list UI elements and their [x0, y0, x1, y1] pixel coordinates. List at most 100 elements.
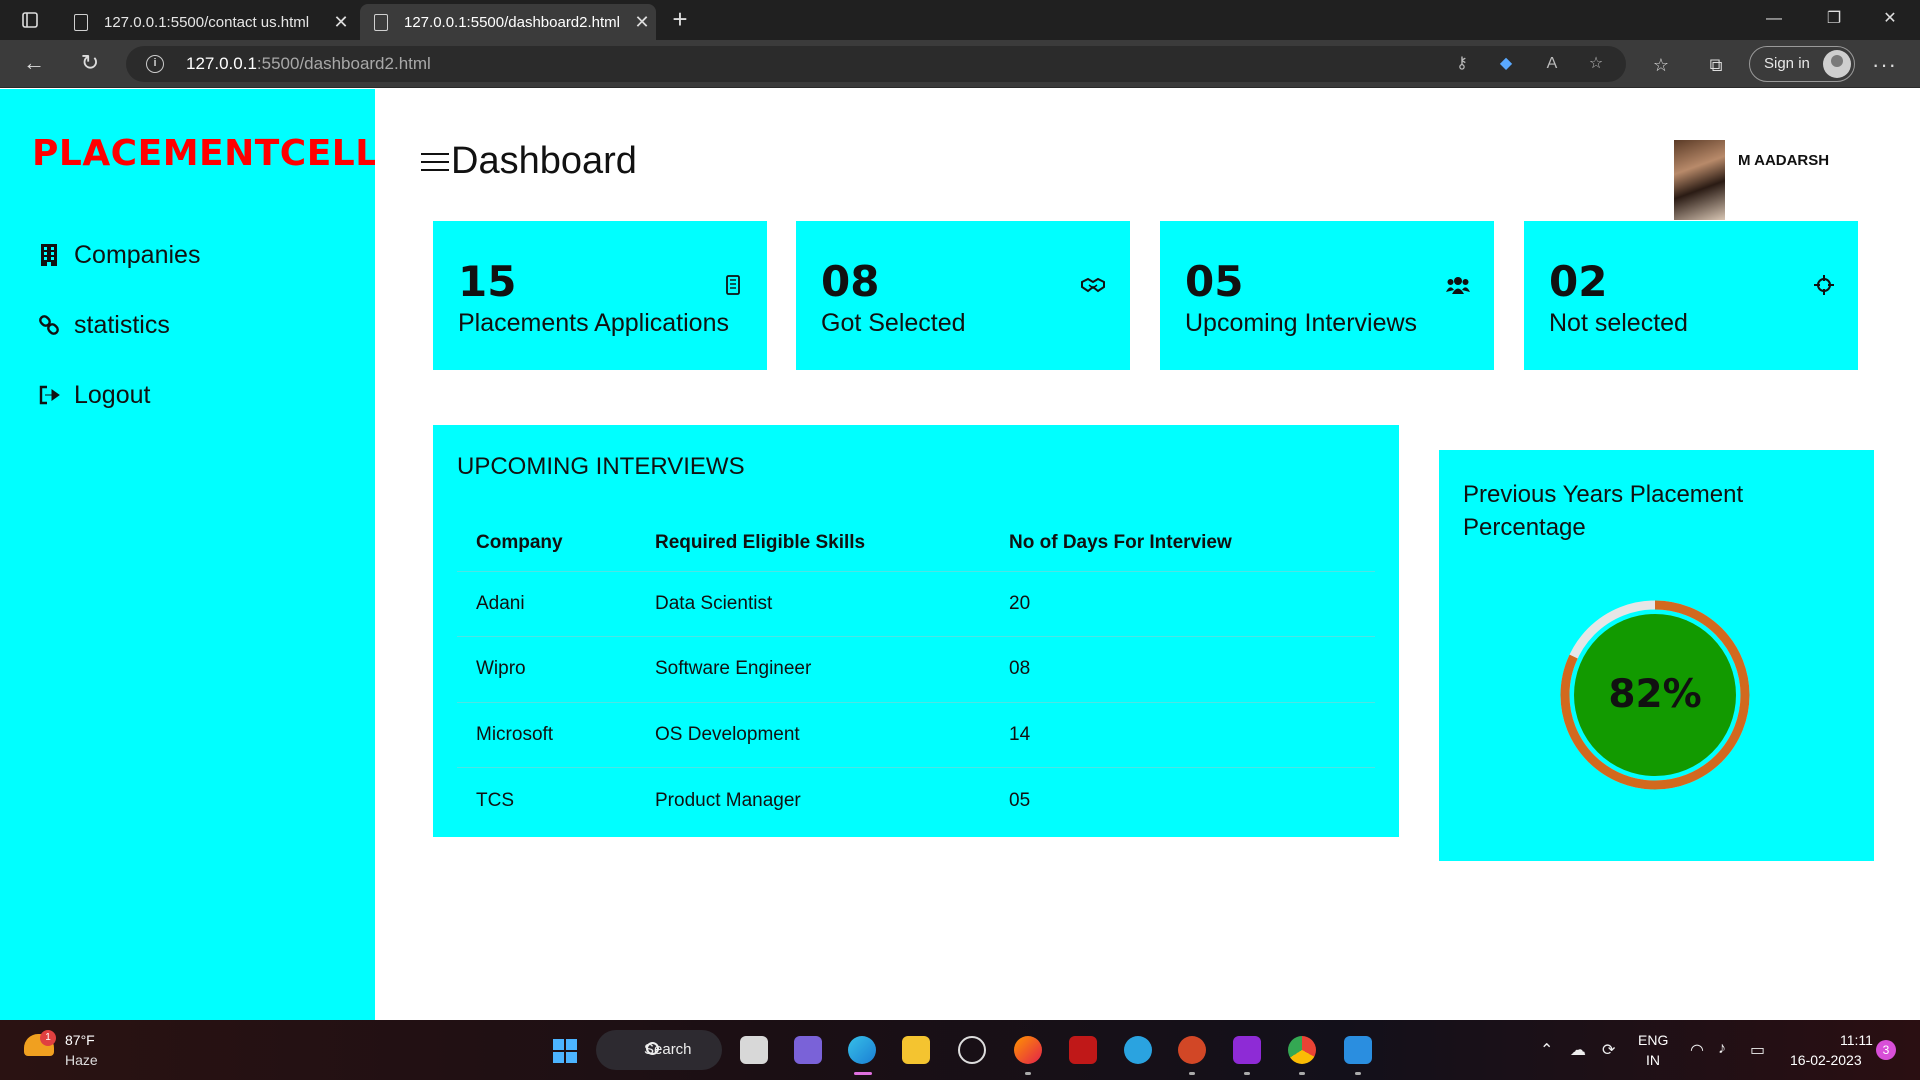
cell-skills: Software Engineer	[636, 636, 990, 703]
stat-label: Got Selected	[821, 309, 966, 337]
tab-dashboard[interactable]: 127.0.0.1:5500/dashboard2.html ✕	[360, 4, 656, 40]
address-bar[interactable]: i 127.0.0.1:5500/dashboard2.html ⚷ ◆ A ☆	[126, 46, 1626, 82]
add-favorite-icon[interactable]: ☆	[1586, 54, 1606, 74]
refresh-icon: ↻	[80, 50, 100, 75]
weather-temperature[interactable]: 87°F	[65, 1032, 95, 1048]
info-icon[interactable]: i	[146, 55, 164, 73]
column-header-company: Company	[457, 515, 636, 572]
minimize-button[interactable]: —	[1746, 0, 1802, 40]
teams-icon[interactable]	[794, 1036, 822, 1064]
app-indicator	[1025, 1072, 1031, 1075]
sidebar-item-companies[interactable]: Companies	[38, 237, 200, 273]
table-row: Wipro Software Engineer 08	[457, 636, 1375, 703]
stat-card-upcoming: 05 Upcoming Interviews	[1160, 221, 1494, 370]
sidebar: PLACEMENTCELL Companies statistics Logou…	[0, 89, 378, 1020]
new-tab-button[interactable]: +	[664, 4, 696, 36]
powerpoint-icon[interactable]	[1178, 1036, 1206, 1064]
sidebar-item-label: Companies	[74, 240, 201, 269]
battery-icon[interactable]: ▭	[1750, 1040, 1765, 1060]
browser-tab-bar: 127.0.0.1:5500/contact us.html ✕ 127.0.0…	[0, 0, 1920, 40]
vscode-icon[interactable]	[1344, 1036, 1372, 1064]
table-row: Microsoft OS Development 14	[457, 702, 1375, 768]
onedrive-icon[interactable]: ☁	[1570, 1040, 1586, 1060]
language-bottom[interactable]: IN	[1646, 1052, 1660, 1068]
interviews-table: Company Required Eligible Skills No of D…	[457, 515, 1375, 833]
brand-logo[interactable]: PLACEMENTCELL	[32, 133, 379, 174]
page-title: Dashboard	[421, 140, 637, 183]
volume-icon[interactable]: ♪	[1718, 1040, 1726, 1058]
chevron-up-icon[interactable]: ⌃	[1540, 1040, 1553, 1060]
url-host: 127.0.0.1	[186, 54, 257, 73]
menu-icon[interactable]	[421, 151, 449, 173]
stat-number: 08	[821, 257, 880, 306]
stat-card-selected: 08 Got Selected	[796, 221, 1130, 370]
back-button[interactable]: ←	[16, 48, 52, 80]
file-explorer-icon[interactable]	[902, 1036, 930, 1064]
notification-badge[interactable]: 3	[1876, 1040, 1896, 1060]
key-icon[interactable]: ⚷	[1452, 54, 1472, 74]
close-tab-icon[interactable]: ✕	[628, 12, 656, 33]
tab-contact-us[interactable]: 127.0.0.1:5500/contact us.html ✕	[60, 4, 355, 40]
edge-icon[interactable]	[848, 1036, 876, 1064]
tag-icon[interactable]: ◆	[1496, 54, 1516, 74]
stat-label: Placements Applications	[458, 309, 729, 337]
task-view-icon[interactable]	[740, 1036, 768, 1064]
tab-title: 127.0.0.1:5500/dashboard2.html	[404, 13, 620, 31]
sidebar-item-label: statistics	[74, 310, 170, 339]
weather-badge: 1	[40, 1030, 56, 1046]
address-bar-row: ← ↻ i 127.0.0.1:5500/dashboard2.html ⚷ ◆…	[0, 40, 1920, 88]
stat-number: 02	[1549, 257, 1608, 306]
sign-in-button[interactable]: Sign in	[1749, 46, 1855, 82]
percentage-value: 82%	[1608, 672, 1702, 717]
upcoming-interviews-panel: UPCOMING INTERVIEWS Company Required Eli…	[433, 425, 1399, 837]
profile-avatar-icon	[1823, 50, 1851, 78]
cell-skills: Data Scientist	[636, 571, 990, 637]
url-text[interactable]: 127.0.0.1:5500/dashboard2.html	[186, 54, 431, 74]
table-row: TCS Product Manager 05	[457, 768, 1375, 834]
weather-description[interactable]: Haze	[65, 1052, 98, 1068]
restore-button[interactable]: ❐	[1806, 0, 1862, 40]
crosshair-icon	[1814, 275, 1834, 295]
sync-icon[interactable]: ⟳	[1602, 1040, 1615, 1060]
clock-time[interactable]: 11:11	[1840, 1032, 1873, 1048]
sidebar-item-statistics[interactable]: statistics	[38, 307, 170, 343]
url-path: :5500/dashboard2.html	[256, 54, 431, 73]
column-header-skills: Required Eligible Skills	[636, 515, 990, 572]
dell-icon[interactable]	[958, 1036, 986, 1064]
cell-skills: OS Development	[636, 702, 990, 768]
tab-actions-icon	[22, 12, 38, 28]
mcafee-icon[interactable]	[1069, 1036, 1097, 1064]
tab-actions-button[interactable]	[14, 8, 46, 32]
close-tab-icon[interactable]: ✕	[327, 12, 355, 33]
tab-title: 127.0.0.1:5500/contact us.html	[104, 13, 310, 31]
app-indicator	[1244, 1072, 1250, 1075]
stat-card-not-selected: 02 Not selected	[1524, 221, 1858, 370]
language-top[interactable]: ENG	[1638, 1032, 1668, 1048]
refresh-button[interactable]: ↻	[72, 48, 108, 80]
close-window-button[interactable]: ✕	[1862, 0, 1918, 40]
app-icon[interactable]	[1233, 1036, 1261, 1064]
cell-company: Adani	[457, 571, 636, 637]
stat-label: Upcoming Interviews	[1185, 309, 1418, 337]
cell-days: 08	[990, 636, 1375, 703]
table-header-row: Company Required Eligible Skills No of D…	[457, 515, 1375, 572]
taskbar: 1 87°F Haze Search ⌃ ☁ ⟳ ENG IN ◠ ♪ ▭ 11…	[0, 1020, 1920, 1080]
cell-company: Wipro	[457, 636, 636, 703]
taskbar-search-button[interactable]: Search	[596, 1030, 722, 1070]
avatar[interactable]	[1674, 140, 1725, 220]
stat-number: 15	[458, 257, 517, 306]
clock-date[interactable]: 16-02-2023	[1790, 1052, 1862, 1068]
firefox-icon[interactable]	[1014, 1036, 1042, 1064]
wifi-icon[interactable]: ◠	[1690, 1040, 1704, 1060]
chrome-icon[interactable]	[1288, 1036, 1316, 1064]
cell-days: 05	[1009, 789, 1031, 811]
sidebar-item-logout[interactable]: Logout	[38, 377, 150, 413]
read-aloud-icon[interactable]: A	[1542, 54, 1562, 74]
more-options-icon[interactable]: ···	[1872, 52, 1897, 78]
favorites-icon[interactable]: ☆	[1650, 54, 1672, 76]
telegram-icon[interactable]	[1124, 1036, 1152, 1064]
logout-icon	[39, 385, 60, 405]
collections-icon[interactable]: ⧉	[1705, 54, 1727, 76]
windows-start-icon[interactable]	[553, 1039, 577, 1063]
panel-title: UPCOMING INTERVIEWS	[457, 453, 745, 480]
